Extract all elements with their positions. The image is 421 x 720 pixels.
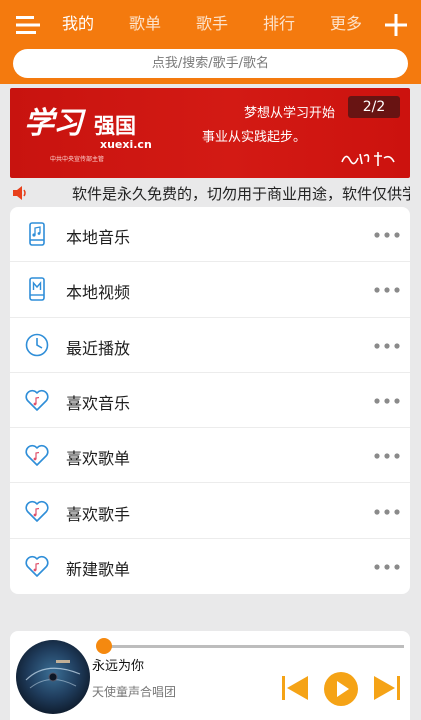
more-icon[interactable] (374, 231, 400, 239)
heart-music-icon (25, 500, 49, 522)
speaker-icon (13, 186, 26, 200)
notice-bar: 软件是永久免费的，切勿用于商业用途，软件仅供学习交流使用 (10, 182, 410, 204)
list-item-new-playlist[interactable]: 新建歌单 (10, 539, 410, 594)
heart-music-icon (25, 555, 49, 577)
heart-music-icon (25, 445, 49, 466)
banner-logo: 学习 (24, 106, 83, 141)
banner-slogan-line1: 梦想从学习开始 (244, 106, 336, 121)
list-item-label: 新建歌单 (66, 559, 131, 579)
banner-domain: xuexi.cn (100, 138, 152, 151)
mini-player: 永远为你 天使童声合唱团 (10, 631, 410, 720)
previous-icon[interactable] (280, 673, 310, 703)
more-icon[interactable] (374, 452, 400, 460)
list-item-local-video[interactable]: 本地视频 (10, 262, 410, 318)
clock-icon (25, 333, 49, 356)
list-item-label: 最近播放 (66, 338, 131, 358)
banner[interactable]: 学习 强国 xuexi.cn 中共中央宣传部主管 梦想从学习开始 事业从实践起步… (10, 88, 410, 178)
notice-text: 软件是永久免费的，切勿用于商业用途，软件仅供学习交流使用 (72, 185, 410, 203)
menu-list: 本地音乐 本地视频 最近播放 喜欢音乐 喜欢歌单 喜欢歌手 新建歌单 (10, 207, 410, 594)
local-video-icon (29, 277, 45, 302)
list-item-label: 本地视频 (66, 283, 131, 303)
top-bar: 我的 歌单 歌手 排行 更多 (0, 0, 421, 84)
tab-singers[interactable]: 歌手 (196, 10, 263, 38)
more-icon[interactable] (374, 342, 400, 350)
heart-music-icon (25, 389, 49, 411)
local-music-icon (29, 222, 45, 246)
list-item-label: 本地音乐 (66, 228, 131, 247)
tab-bar: 我的 歌单 歌手 排行 更多 (62, 10, 397, 38)
signature-image (341, 152, 395, 166)
plus-icon[interactable] (383, 12, 409, 38)
list-item-liked-singers[interactable]: 喜欢歌手 (10, 484, 410, 539)
list-item-liked-playlists[interactable]: 喜欢歌单 (10, 428, 410, 484)
list-item-label: 喜欢音乐 (66, 393, 131, 413)
tab-mine[interactable]: 我的 (62, 10, 129, 38)
search-input[interactable] (13, 49, 408, 78)
list-item-label: 喜欢歌单 (66, 449, 131, 469)
progress-bar[interactable] (96, 638, 404, 654)
tab-ranking[interactable]: 排行 (263, 10, 330, 38)
list-item-local-music[interactable]: 本地音乐 (10, 207, 410, 263)
banner-slogan-line2: 事业从实践起步。 (202, 130, 307, 145)
album-art-image (25, 660, 81, 689)
song-title: 永远为你 (92, 659, 145, 674)
tab-playlists[interactable]: 歌单 (129, 10, 196, 38)
page-indicator: 2/2 (348, 96, 400, 118)
banner-subtitle: 中共中央宣传部主管 (50, 156, 105, 163)
more-icon[interactable] (374, 563, 400, 571)
progress-knob[interactable] (96, 638, 112, 654)
list-item-recent[interactable]: 最近播放 (10, 318, 410, 373)
list-item-liked-music[interactable]: 喜欢音乐 (10, 373, 410, 429)
more-icon[interactable] (374, 397, 400, 405)
play-icon[interactable] (323, 671, 359, 707)
next-icon[interactable] (372, 673, 402, 703)
banner-brand: 强国 (94, 114, 136, 138)
more-icon[interactable] (374, 286, 400, 294)
list-item-label: 喜欢歌手 (66, 504, 131, 524)
menu-icon[interactable] (14, 12, 42, 38)
song-artist: 天使童声合唱团 (92, 685, 177, 699)
album-cover[interactable] (16, 640, 90, 714)
more-icon[interactable] (374, 508, 400, 516)
